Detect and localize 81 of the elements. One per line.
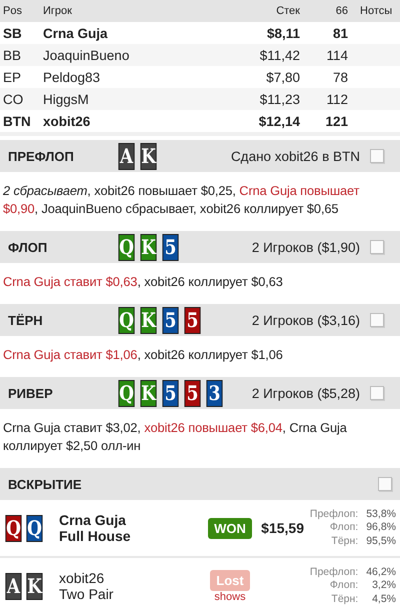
result-badge: WON	[208, 518, 252, 538]
equity-label: Флоп:	[328, 521, 358, 535]
stat-cell-text: 121	[324, 114, 348, 128]
street-title: ТЁРН	[8, 312, 44, 328]
position-cell-text: SB	[2, 26, 23, 40]
action-text: Crna Guja ставит $3,02, xobit26 повышает $6,04, Crna Guja коллирует $2,50 олл-ин	[2, 419, 348, 455]
player-name: Crna Guja	[59, 512, 127, 528]
playing-card: 5	[162, 234, 179, 260]
playing-card: K	[140, 234, 157, 260]
checkbox[interactable]	[370, 386, 384, 400]
playing-card: 5	[162, 380, 179, 406]
playing-card: A	[118, 142, 135, 170]
player-name: xobit26	[59, 570, 106, 586]
street-info: Сдано xobit26 в BTN	[230, 148, 360, 164]
street-title: РИВЕР	[8, 386, 54, 400]
equity-label: Флоп:	[328, 579, 358, 593]
stack-cell-text: $12,14	[258, 114, 300, 128]
action-text: Crna Guja ставит $1,06, xobit26 коллирует $1,06	[2, 346, 284, 364]
hand-name: Full House	[59, 528, 132, 544]
equity-value: 53,8%	[366, 508, 396, 522]
street-info: 2 Игроков ($3,16)	[252, 312, 360, 328]
action-text: 2 сбрасывает, xobit26 повышает $0,25, Crna Guja повышает $0,90, JoaquinBueno сбрасывает, xobit26 коллирует $0,65	[2, 182, 360, 218]
checkbox[interactable]	[370, 149, 384, 163]
playing-card: 3	[206, 380, 223, 406]
equity-value: 46,2%	[366, 566, 396, 580]
stat-cell-text: 81	[332, 26, 348, 40]
playing-card: 5	[184, 306, 201, 334]
player-name: Peldog83	[42, 70, 102, 84]
player-name: JoaquinBueno	[42, 48, 130, 62]
column-header: Нотсы	[359, 5, 394, 17]
column-header: Pos	[2, 5, 23, 17]
playing-card: 5	[184, 380, 201, 406]
street-title: ФЛОП	[8, 240, 48, 254]
equity-label: Тёрн:	[330, 592, 358, 606]
column-header: 66	[334, 5, 348, 17]
equity-value: 3,2%	[371, 579, 396, 593]
checkbox[interactable]	[370, 240, 384, 254]
playing-card: K	[26, 572, 43, 600]
equity-label: Тёрн:	[330, 534, 358, 548]
playing-card: K	[140, 380, 157, 406]
playing-card: Q	[118, 234, 135, 260]
won-amount: $15,59	[260, 520, 304, 536]
playing-card: K	[140, 306, 157, 334]
stack-cell-text: $11,23	[258, 92, 300, 106]
checkbox[interactable]	[370, 313, 384, 327]
playing-card: Q	[5, 514, 22, 542]
position-cell-text: BB	[2, 48, 22, 62]
playing-card: K	[140, 142, 157, 170]
checkbox[interactable]	[378, 477, 392, 491]
result-badge: Lost	[210, 570, 250, 590]
stat-cell-text: 112	[325, 92, 348, 106]
section-title: ВСКРЫТИЕ	[8, 476, 82, 492]
playing-card: 5	[162, 306, 179, 334]
playing-card: A	[5, 572, 22, 600]
playing-card: Q	[118, 306, 135, 334]
playing-card: Q	[118, 380, 135, 406]
stat-cell-text: 78	[332, 70, 348, 84]
equity-label: Префлоп:	[310, 508, 358, 522]
player-name: HiggsM	[42, 92, 90, 106]
column-header: Игрок	[42, 5, 73, 17]
playing-card: Q	[26, 514, 43, 542]
stack-cell-text: $7,80	[265, 70, 300, 84]
player-name: Crna Guja	[42, 26, 109, 40]
action-text: Crna Guja ставит $0,63, xobit26 коллирует $0,63	[2, 273, 284, 291]
hand-name: Two Pair	[59, 586, 114, 602]
equity-value: 4,5%	[371, 592, 396, 606]
equity-value: 95,5%	[366, 534, 396, 548]
street-info: 2 Игроков ($1,90)	[252, 240, 360, 254]
stack-cell-text: $11,42	[258, 48, 300, 62]
street-info: 2 Игроков ($5,28)	[252, 386, 360, 400]
position-cell-text: EP	[2, 70, 22, 84]
position-cell-text: CO	[2, 92, 24, 106]
equity-value: 96,8%	[366, 521, 396, 535]
player-name: xobit26	[42, 114, 92, 128]
equity-label: Префлоп:	[310, 566, 358, 580]
shows-label: shows	[214, 590, 246, 602]
column-header: Стек	[275, 5, 300, 17]
street-title: ПРЕФЛОП	[8, 148, 75, 164]
stack-cell-text: $8,11	[266, 26, 300, 40]
position-cell-text: BTN	[2, 114, 32, 128]
stat-cell-text: 114	[325, 48, 348, 62]
